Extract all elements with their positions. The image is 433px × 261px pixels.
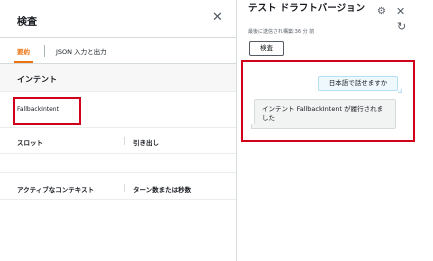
test-panel-title: テスト ドラフトバージョン: [248, 3, 366, 14]
divider: [0, 127, 236, 128]
inspect-tabs: 要約 JSON 入力と出力: [0, 38, 236, 64]
refresh-icon[interactable]: ↻: [397, 20, 406, 33]
inspect-panel-header: 検査 ✕: [0, 0, 236, 38]
gear-icon[interactable]: ⚙: [377, 6, 386, 17]
intent-section-header: インテント: [0, 64, 236, 92]
divider: [0, 153, 236, 154]
intent-section-title: インテント: [17, 75, 57, 84]
user-message: 日本語で話せますか: [318, 76, 398, 91]
inspect-panel: 検査 ✕ 要約 JSON 入力と出力 インテント FallbackIntent …: [0, 0, 236, 261]
app-root: 検査 ✕ 要約 JSON 入力と出力 インテント FallbackIntent …: [0, 0, 433, 261]
elicitation-header: 引き出し: [133, 139, 159, 147]
bot-message-tail: [251, 124, 256, 129]
test-panel: テスト ドラフトバージョン 最後に送信され構築:36 分 前 ⚙ ✕ ↻ 検査 …: [237, 0, 433, 261]
intent-highlight-box: [13, 97, 81, 125]
tab-divider: [44, 45, 45, 57]
column-divider: [124, 137, 125, 145]
tab-json-io[interactable]: JSON 入力と出力: [56, 46, 107, 56]
divider: [0, 172, 236, 173]
tab-summary[interactable]: 要約: [14, 46, 33, 63]
divider: [0, 199, 236, 200]
column-divider: [124, 184, 125, 192]
bot-message: インテント FallbackIntent が履行されました: [254, 99, 396, 129]
inspect-button[interactable]: 検査: [249, 41, 284, 56]
close-icon[interactable]: ✕: [396, 5, 405, 18]
active-context-header: アクティブなコンテキスト: [17, 186, 95, 194]
slots-header: スロット: [17, 139, 43, 147]
user-message-tail: [398, 89, 402, 93]
turns-or-seconds-header: ターン数または秒数: [133, 186, 192, 194]
last-built-text: 最後に送信され構築:36 分 前: [248, 29, 315, 35]
inspect-panel-title: 検査: [17, 17, 37, 28]
close-icon[interactable]: ✕: [212, 10, 223, 25]
